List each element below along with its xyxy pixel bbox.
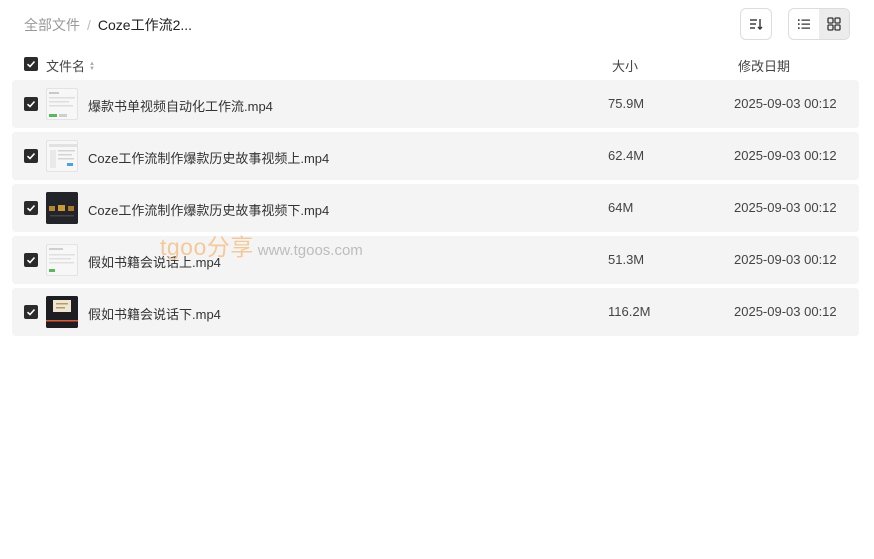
watermark-url: www.tgoos.com bbox=[257, 242, 363, 259]
grid-view-button[interactable] bbox=[819, 9, 849, 39]
breadcrumb: 全部文件 / Coze工作流2... bbox=[24, 15, 192, 35]
sort-icon bbox=[750, 19, 763, 30]
file-size: 51.3M bbox=[608, 252, 645, 267]
view-toggle-group bbox=[788, 8, 850, 40]
check-icon bbox=[26, 60, 36, 68]
watermark-brand: tgoo分享 bbox=[160, 234, 254, 260]
file-size: 75.9M bbox=[608, 96, 645, 111]
breadcrumb-separator: / bbox=[87, 17, 91, 33]
watermark: tgoo分享 www.tgoos.com bbox=[160, 228, 363, 262]
sort-arrows-icon: ▲ ▼ bbox=[89, 60, 95, 72]
file-row[interactable]: Coze工作流制作爆款历史故事视频下.mp4 64M 2025-09-03 00… bbox=[12, 184, 859, 232]
sort-button[interactable] bbox=[740, 8, 772, 40]
video-thumbnail bbox=[46, 244, 78, 276]
grid-view-icon bbox=[827, 17, 841, 31]
video-thumbnail bbox=[46, 192, 78, 224]
breadcrumb-current-folder: Coze工作流2... bbox=[97, 17, 193, 33]
breadcrumb-root-link[interactable]: 全部文件 bbox=[24, 15, 80, 35]
table-header: 文件名 ▲ ▼ 大小 修改日期 bbox=[0, 52, 874, 76]
select-all-checkbox[interactable] bbox=[24, 57, 38, 71]
file-size: 64M bbox=[608, 200, 634, 215]
file-name[interactable]: Coze工作流制作爆款历史故事视频下.mp4 bbox=[88, 200, 329, 219]
video-thumbnail bbox=[46, 88, 78, 120]
video-thumbnail bbox=[46, 296, 78, 328]
check-icon bbox=[26, 100, 36, 108]
file-name[interactable]: 爆款书单视频自动化工作流.mp4 bbox=[88, 96, 273, 115]
check-icon bbox=[26, 204, 36, 212]
file-row[interactable]: 假如书籍会说话上.mp4 51.3M 2025-09-03 00:12 bbox=[12, 236, 859, 284]
file-row[interactable]: Coze工作流制作爆款历史故事视频上.mp4 62.4M 2025-09-03 … bbox=[12, 132, 859, 180]
file-name[interactable]: 假如书籍会说话下.mp4 bbox=[88, 304, 221, 323]
file-date: 2025-09-03 00:12 bbox=[734, 304, 837, 319]
date-column-header: 修改日期 bbox=[738, 59, 791, 74]
file-date: 2025-09-03 00:12 bbox=[734, 252, 837, 267]
file-date: 2025-09-03 00:12 bbox=[734, 148, 837, 163]
name-column-header[interactable]: 文件名 ▲ ▼ bbox=[46, 56, 95, 75]
row-checkbox[interactable] bbox=[24, 149, 38, 163]
check-icon bbox=[26, 308, 36, 316]
name-column-label: 文件名 bbox=[46, 59, 86, 74]
file-row[interactable]: 爆款书单视频自动化工作流.mp4 75.9M 2025-09-03 00:12 bbox=[12, 80, 859, 128]
list-view-button[interactable] bbox=[789, 9, 819, 39]
row-checkbox[interactable] bbox=[24, 253, 38, 267]
size-column-header: 大小 bbox=[612, 59, 639, 74]
check-icon bbox=[26, 152, 36, 160]
row-checkbox[interactable] bbox=[24, 97, 38, 111]
list-view-icon bbox=[798, 19, 810, 29]
check-icon bbox=[26, 256, 36, 264]
row-checkbox[interactable] bbox=[24, 305, 38, 319]
row-checkbox[interactable] bbox=[24, 201, 38, 215]
top-bar: 全部文件 / Coze工作流2... bbox=[0, 0, 874, 48]
file-size: 116.2M bbox=[608, 304, 651, 319]
file-size: 62.4M bbox=[608, 148, 645, 163]
file-date: 2025-09-03 00:12 bbox=[734, 200, 837, 215]
video-thumbnail bbox=[46, 140, 78, 172]
file-name[interactable]: Coze工作流制作爆款历史故事视频上.mp4 bbox=[88, 148, 329, 167]
file-row[interactable]: 假如书籍会说话下.mp4 116.2M 2025-09-03 00:12 bbox=[12, 288, 859, 336]
file-list: 爆款书单视频自动化工作流.mp4 75.9M 2025-09-03 00:12 … bbox=[12, 80, 859, 340]
file-date: 2025-09-03 00:12 bbox=[734, 96, 837, 111]
